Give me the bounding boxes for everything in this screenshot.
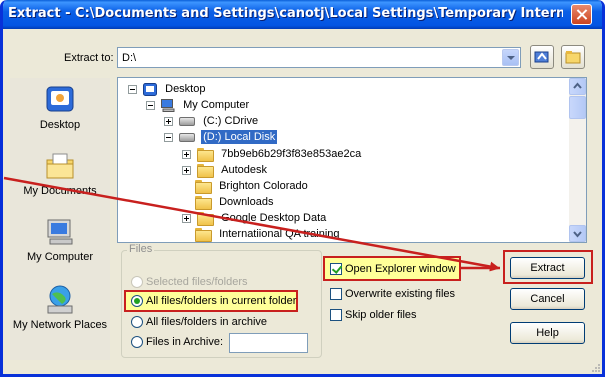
annotation-arrow-to-extract [3, 176, 500, 272]
annotation-arrows [3, 176, 500, 272]
resize-grip-icon[interactable] [591, 363, 601, 373]
